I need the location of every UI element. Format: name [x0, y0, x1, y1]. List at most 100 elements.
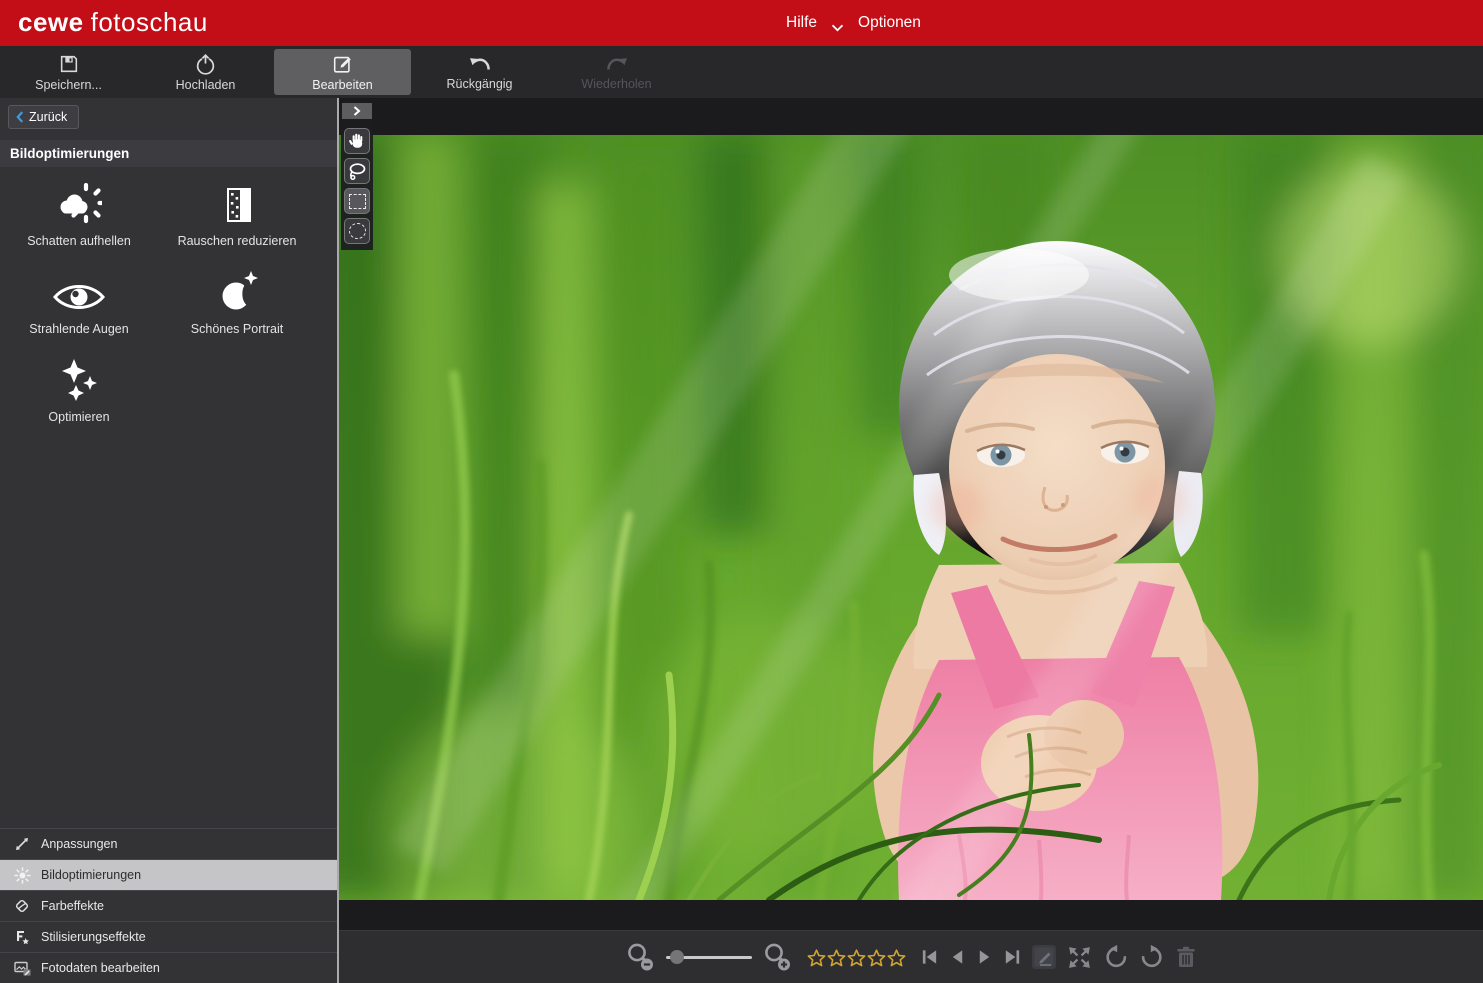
tool-strahlende-augen[interactable]: Strahlende Augen — [0, 255, 158, 343]
zoom-in-button[interactable] — [762, 942, 793, 973]
tool-label: Strahlende Augen — [29, 322, 128, 336]
menu-hilfe[interactable]: Hilfe — [786, 14, 817, 32]
tool-label: Schatten aufhellen — [27, 234, 131, 248]
tool-grid: Schatten aufhellen — [0, 167, 337, 431]
speichern-label: Speichern... — [35, 78, 102, 92]
photo-edit-icon — [13, 960, 31, 977]
chevron-right-icon — [353, 106, 361, 116]
first-image-button[interactable] — [920, 948, 939, 966]
trash-icon — [1175, 945, 1197, 969]
rueckgaengig-button[interactable]: Rückgängig — [411, 49, 548, 95]
sun-icon — [13, 867, 31, 884]
rect-select-tool-button[interactable] — [344, 188, 370, 214]
star-icon[interactable] — [807, 948, 826, 967]
hand-icon — [348, 132, 366, 150]
f-star-icon — [13, 929, 31, 946]
edit-icon — [331, 53, 354, 75]
rotate-right-button[interactable] — [1139, 944, 1165, 970]
zurueck-label: Zurück — [29, 110, 67, 124]
lasso-icon — [347, 161, 367, 181]
hochladen-label: Hochladen — [176, 78, 236, 92]
previous-image-button[interactable] — [949, 948, 966, 966]
pan-tool-button[interactable] — [344, 128, 370, 154]
selection-tool-palette — [341, 103, 373, 250]
zoom-slider-handle[interactable] — [670, 950, 684, 964]
color-swatch-icon — [13, 898, 31, 915]
app-logo: cewefotoschau — [18, 7, 208, 38]
photo-baby-in-grass[interactable] — [339, 135, 1483, 900]
lasso-tool-button[interactable] — [344, 158, 370, 184]
star-icon[interactable] — [887, 948, 906, 967]
zurueck-button[interactable]: Zurück — [8, 105, 79, 129]
portrait-sparkle-icon — [214, 269, 260, 315]
wiederholen-label: Wiederholen — [581, 77, 651, 91]
right-eye — [1101, 440, 1149, 464]
category-stilisierungseffekte[interactable]: Stilisierungseffekte — [0, 921, 337, 952]
rotate-left-icon — [1103, 944, 1129, 970]
category-label: Fotodaten bearbeiten — [41, 961, 160, 975]
rotate-left-button[interactable] — [1103, 944, 1129, 970]
compare-edit-button[interactable] — [1032, 945, 1056, 969]
left-eye — [977, 443, 1025, 467]
category-list: Anpassungen Bildoptimierungen — [0, 828, 337, 983]
delete-button[interactable] — [1175, 945, 1197, 969]
redo-icon — [605, 54, 629, 74]
brand-name-rest: fotoschau — [91, 7, 208, 37]
speichern-button[interactable]: Speichern... — [0, 49, 137, 95]
category-fotodaten-bearbeiten[interactable]: Fotodaten bearbeiten — [0, 952, 337, 983]
hochladen-button[interactable]: Hochladen — [137, 49, 274, 95]
palette-expand-button[interactable] — [342, 103, 372, 119]
star-icon[interactable] — [847, 948, 866, 967]
tool-schoenes-portrait[interactable]: Schönes Portrait — [158, 255, 316, 343]
zoom-slider[interactable] — [666, 947, 752, 967]
chevron-left-icon — [16, 110, 24, 124]
fullscreen-button[interactable] — [1066, 944, 1093, 971]
category-label: Stilisierungseffekte — [41, 930, 146, 944]
viewer-toolbar — [339, 930, 1483, 983]
tool-optimieren[interactable]: Optimieren — [0, 343, 158, 431]
zoom-out-icon — [625, 942, 656, 973]
category-label: Bildoptimierungen — [41, 868, 141, 882]
chevron-down-icon[interactable] — [831, 24, 844, 32]
rotate-right-icon — [1139, 944, 1165, 970]
save-icon — [58, 53, 80, 75]
tool-schatten-aufhellen[interactable]: Schatten aufhellen — [0, 167, 158, 255]
next-image-button[interactable] — [976, 948, 993, 966]
wiederholen-button[interactable]: Wiederholen — [548, 49, 685, 95]
bearbeiten-label: Bearbeiten — [312, 78, 372, 92]
rueckgaengig-label: Rückgängig — [446, 77, 512, 91]
last-image-button[interactable] — [1003, 948, 1022, 966]
image-viewer — [339, 98, 1483, 983]
brand-name-bold: cewe — [18, 7, 84, 37]
first-icon — [920, 948, 939, 966]
section-title: Bildoptimierungen — [0, 140, 337, 167]
star-icon[interactable] — [867, 948, 886, 967]
category-anpassungen[interactable]: Anpassungen — [0, 828, 337, 859]
compare-edit-icon — [1032, 945, 1056, 969]
zoom-in-icon — [762, 942, 793, 973]
zoom-out-button[interactable] — [625, 942, 656, 973]
noise-reduce-icon — [215, 183, 259, 227]
star-rating[interactable] — [807, 948, 906, 967]
tool-label: Optimieren — [48, 410, 109, 424]
previous-icon — [949, 948, 966, 966]
next-icon — [976, 948, 993, 966]
sparkles-icon — [56, 357, 102, 403]
category-label: Farbeffekte — [41, 899, 104, 913]
last-icon — [1003, 948, 1022, 966]
category-bildoptimierungen[interactable]: Bildoptimierungen — [0, 859, 337, 890]
ellipse-select-tool-button[interactable] — [344, 218, 370, 244]
category-label: Anpassungen — [41, 837, 117, 851]
cewe-fotoschau-window: cewefotoschau Hilfe Optionen Speichern..… — [0, 0, 1483, 983]
category-farbeffekte[interactable]: Farbeffekte — [0, 890, 337, 921]
ellipse-marquee-icon — [349, 223, 366, 239]
star-icon[interactable] — [827, 948, 846, 967]
eye-icon — [51, 279, 107, 315]
cloud-sun-icon — [56, 183, 102, 227]
rect-marquee-icon — [349, 194, 366, 209]
bearbeiten-button[interactable]: Bearbeiten — [274, 49, 411, 95]
tool-rauschen-reduzieren[interactable]: Rauschen reduzieren — [158, 167, 316, 255]
fullscreen-icon — [1066, 944, 1093, 971]
menu-optionen[interactable]: Optionen — [858, 14, 921, 32]
undo-icon — [468, 54, 492, 74]
